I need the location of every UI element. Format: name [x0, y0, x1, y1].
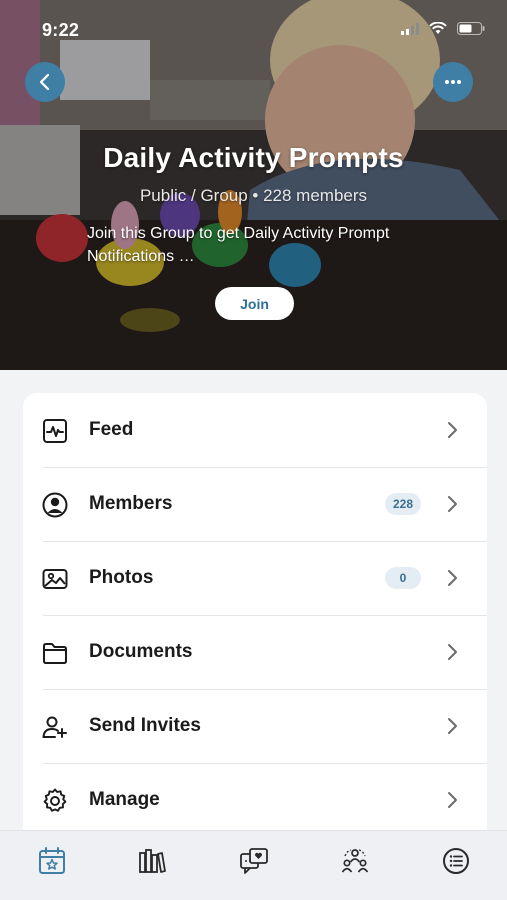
menu-list-icon [443, 848, 469, 874]
chevron-right-icon [448, 718, 457, 734]
back-button[interactable] [25, 62, 65, 102]
group-description: Join this Group to get Daily Activity Pr… [87, 225, 390, 265]
folder-icon [43, 643, 67, 664]
menu-item-label: Feed [89, 419, 134, 440]
tab-messages[interactable] [238, 845, 270, 877]
chevron-right-icon [448, 570, 457, 586]
menu-item-documents[interactable]: Documents [23, 615, 487, 689]
more-options-button[interactable] [433, 62, 473, 102]
join-button[interactable]: Join [215, 287, 294, 320]
status-time: 9:22 [42, 20, 80, 40]
person-circle-icon [42, 492, 68, 518]
menu-item-label: Send Invites [89, 715, 201, 736]
chevron-right-icon [448, 422, 457, 438]
books-icon [139, 849, 166, 873]
signal-icon [401, 22, 419, 35]
gear-icon [43, 788, 67, 812]
menu-item-label: Documents [89, 641, 193, 662]
chevron-right-icon [448, 496, 457, 512]
menu-item-label: Members [89, 493, 173, 514]
photos-count-badge: 0 [385, 567, 421, 589]
tab-library[interactable] [136, 845, 168, 877]
add-person-icon [42, 716, 67, 738]
battery-icon [457, 22, 485, 35]
menu-item-send-invites[interactable]: Send Invites [23, 689, 487, 763]
tab-menu[interactable] [440, 845, 472, 877]
photo-icon [42, 569, 68, 589]
ellipsis-icon [445, 80, 461, 84]
members-count-badge: 228 [384, 493, 421, 515]
group-subtitle: Public / Group • 228 members [139, 186, 368, 205]
tab-calendar[interactable] [36, 845, 68, 877]
menu-item-label: Manage [89, 789, 160, 810]
community-icon [341, 849, 369, 873]
group-header: 9:22 Daily Activity Prompts Public / Gro… [0, 0, 507, 370]
menu-item-photos[interactable]: Photos 0 [23, 541, 487, 615]
bottom-tab-bar [0, 830, 507, 900]
chat-heart-icon [240, 848, 268, 874]
chevron-right-icon [448, 644, 457, 660]
wifi-icon [429, 22, 447, 34]
status-icons [401, 22, 485, 35]
activity-icon [43, 419, 67, 443]
menu-item-members[interactable]: Members 228 [23, 467, 487, 541]
menu-item-label: Photos [89, 567, 154, 588]
group-title: Daily Activity Prompts [103, 142, 404, 173]
status-bar: 9:22 [0, 0, 507, 60]
calendar-star-icon [39, 847, 65, 874]
group-menu: Feed Members 228 Photos 0 Documents Send… [23, 393, 487, 853]
chevron-right-icon [448, 792, 457, 808]
tab-community[interactable] [339, 845, 371, 877]
menu-item-feed[interactable]: Feed [23, 393, 487, 467]
menu-item-manage[interactable]: Manage [23, 763, 487, 837]
chevron-left-icon [39, 73, 50, 91]
